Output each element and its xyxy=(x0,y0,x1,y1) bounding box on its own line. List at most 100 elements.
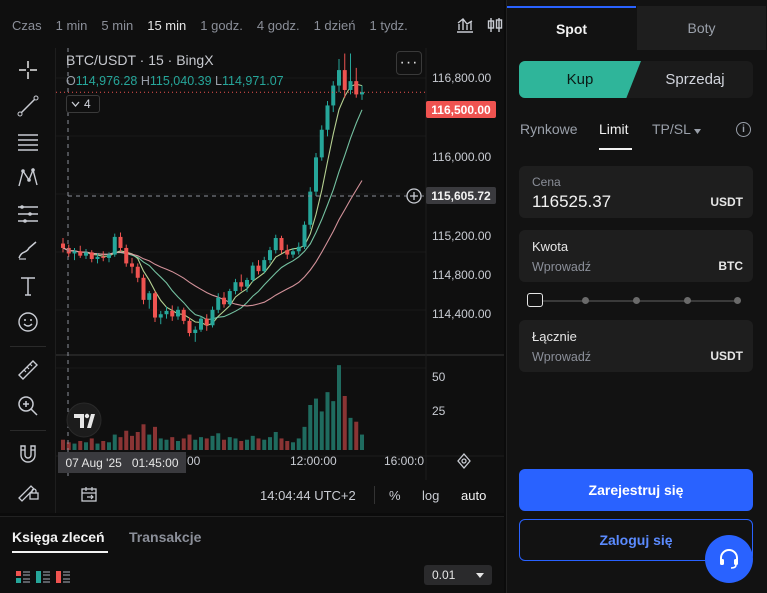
volume-bar xyxy=(262,439,267,450)
timeframe-1d[interactable]: 1 dzień xyxy=(307,18,363,33)
slider-step-100[interactable] xyxy=(734,297,741,304)
magnet-icon[interactable] xyxy=(14,440,42,468)
trade-panel: Spot Boty Kup Sprzedaj Rynkowe Limit TP/… xyxy=(506,0,767,593)
volume-bar xyxy=(61,439,65,450)
brush-tool-icon[interactable] xyxy=(14,236,42,264)
candle-body xyxy=(268,250,272,261)
support-chat-button[interactable] xyxy=(705,535,753,583)
info-icon[interactable]: i xyxy=(736,122,751,137)
volume-bar xyxy=(164,439,169,450)
candle-body xyxy=(233,282,238,292)
volume-bar xyxy=(66,442,71,450)
volume-scale-tick: 25 xyxy=(432,404,446,418)
candle-body xyxy=(95,256,100,259)
total-input[interactable]: Wprowadź xyxy=(532,350,591,364)
volume-bar xyxy=(187,434,192,450)
volume-bar xyxy=(331,401,336,450)
time-axis-tick: 16:00:0 xyxy=(384,454,425,468)
volume-bar xyxy=(360,434,364,450)
candle-body xyxy=(256,265,261,272)
volume-bar xyxy=(153,426,157,450)
book-layout-bids-icon[interactable] xyxy=(36,571,50,583)
volume-bar xyxy=(101,441,106,450)
volume-bar xyxy=(279,438,284,450)
horizontal-lines-tool-icon[interactable] xyxy=(14,128,42,156)
slider-step-25[interactable] xyxy=(582,297,589,304)
indicators-toggle[interactable]: 4 xyxy=(66,95,100,113)
auto-scale-toggle[interactable]: auto xyxy=(461,488,486,503)
candle-body xyxy=(216,297,221,310)
chart-settings-icon[interactable] xyxy=(456,453,472,469)
timeframe-1h[interactable]: 1 godz. xyxy=(193,18,250,33)
candle-body xyxy=(153,293,157,318)
volume-bar xyxy=(89,438,94,450)
pattern-tool-icon[interactable] xyxy=(14,164,42,192)
ruler-tool-icon[interactable] xyxy=(14,356,42,384)
utc-clock[interactable]: 14:04:44 UTC+2 xyxy=(260,488,356,503)
tab-spot[interactable]: Spot xyxy=(507,6,636,50)
candle-body xyxy=(193,329,198,334)
volume-bar xyxy=(135,432,140,450)
volume-bar xyxy=(141,424,146,450)
amount-slider-handle[interactable] xyxy=(527,293,543,307)
register-button[interactable]: Zarejestruj się xyxy=(519,469,753,511)
volume-bar xyxy=(170,437,175,450)
timeframe-15m[interactable]: 15 min xyxy=(140,18,193,33)
slider-step-50[interactable] xyxy=(633,297,640,304)
price-precision-select[interactable]: 0.01 xyxy=(424,565,492,585)
volume-bar xyxy=(256,438,261,450)
timeframe-1m[interactable]: 1 min xyxy=(49,18,95,33)
tab-bots[interactable]: Boty xyxy=(637,6,766,50)
price-scale-tick: 116,000.00 xyxy=(432,150,492,164)
slider-step-75[interactable] xyxy=(684,297,691,304)
order-type-limit[interactable]: Limit xyxy=(599,121,629,137)
tab-order-book[interactable]: Księga zleceń xyxy=(12,529,105,545)
trend-line-tool-icon[interactable] xyxy=(14,92,42,120)
timeframe-1w[interactable]: 1 tydz. xyxy=(362,18,414,33)
candle-body xyxy=(170,310,175,317)
chevron-down-icon xyxy=(71,101,80,107)
lock-drawings-icon[interactable] xyxy=(14,476,42,504)
volume-bar xyxy=(210,435,215,450)
candle-body xyxy=(342,70,347,90)
add-alert-plus-icon[interactable] xyxy=(405,187,423,205)
zoom-in-icon[interactable] xyxy=(14,392,42,420)
volume-bar xyxy=(222,439,226,450)
tab-trades[interactable]: Transakcje xyxy=(129,529,201,545)
crosshair-tool-icon[interactable] xyxy=(14,56,42,84)
date-range-icon[interactable] xyxy=(80,485,98,503)
buy-button[interactable]: Kup xyxy=(519,61,641,98)
total-field[interactable]: Łącznie Wprowadź USDT xyxy=(519,320,753,372)
indicators-icon[interactable] xyxy=(486,17,504,33)
candle-body xyxy=(319,129,324,158)
candle-body xyxy=(325,105,330,130)
order-type-market[interactable]: Rynkowe xyxy=(520,121,578,137)
amount-input[interactable]: Wprowadź xyxy=(532,260,591,274)
volume-bar xyxy=(95,443,100,450)
amount-label: Kwota xyxy=(532,239,569,254)
more-options-button[interactable]: ··· xyxy=(396,51,422,75)
book-layout-both-icon[interactable] xyxy=(16,571,30,583)
order-type-tpsl[interactable]: TP/SL xyxy=(652,121,702,137)
fib-tool-icon[interactable] xyxy=(14,200,42,228)
time-axis-tick: 12:00:00 xyxy=(290,454,337,468)
crosshair-time-badge: 07 Aug '25 01:45:00 xyxy=(58,452,186,473)
timeframe-4h[interactable]: 4 godz. xyxy=(250,18,307,33)
log-toggle[interactable]: log xyxy=(422,488,439,503)
price-field[interactable]: Cena 116525.37 USDT xyxy=(519,166,753,218)
chart-type-icon[interactable] xyxy=(456,17,474,33)
timeframe-5m[interactable]: 5 min xyxy=(94,18,140,33)
book-layout-asks-icon[interactable] xyxy=(56,571,70,583)
candle-body xyxy=(130,263,134,267)
emoji-tool-icon[interactable] xyxy=(14,308,42,336)
volume-bar xyxy=(325,392,330,450)
volume-bar xyxy=(216,433,221,450)
percent-toggle[interactable]: % xyxy=(389,488,401,503)
price-input[interactable]: 116525.37 xyxy=(532,192,611,212)
high-value: 115,040.39 xyxy=(149,74,212,88)
text-tool-icon[interactable] xyxy=(14,272,42,300)
low-label: L xyxy=(215,74,222,88)
amount-field[interactable]: Kwota Wprowadź BTC xyxy=(519,230,753,282)
sell-button[interactable]: Sprzedaj xyxy=(637,61,753,98)
candle-body xyxy=(89,252,94,259)
